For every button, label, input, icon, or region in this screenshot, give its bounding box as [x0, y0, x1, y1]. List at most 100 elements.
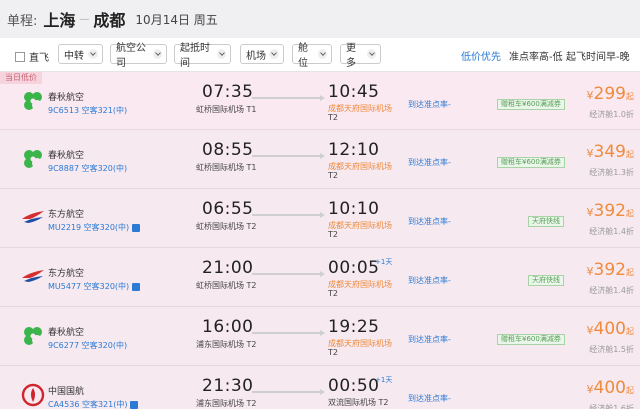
price[interactable]: ¥299起 [587, 84, 634, 104]
info-icon[interactable] [132, 223, 141, 232]
airline-name: 东方航空 [48, 269, 85, 279]
discount-info: 经济舱1.4折 [589, 227, 634, 236]
destination-city: 成都 [93, 11, 126, 30]
day-lowest-badge: 当日低价 [0, 72, 42, 84]
price-from-label: 起 [626, 209, 634, 218]
time-dropdown-label: 起抵时间 [180, 43, 210, 69]
discount-info: 经济舱1.4折 [589, 286, 634, 295]
currency-symbol: ¥ [586, 265, 594, 278]
airline-dropdown-label: 航空公司 [116, 43, 146, 69]
flight-number[interactable]: 9C6277 空客320(中) [48, 340, 127, 351]
promo-tag[interactable]: 天府快线 [528, 275, 564, 286]
flight-number[interactable]: CA4536 空客321(中) [48, 399, 139, 409]
punctuality-rate[interactable]: 到达准点率- [408, 275, 451, 286]
punctuality-rate[interactable]: 到达准点率- [408, 393, 451, 404]
flight-row[interactable]: 东方航空 MU2219 空客320(中) 06:55 虹桥国际机场 T2 10:10 成都… [0, 189, 640, 248]
more-dropdown[interactable]: 更多 [340, 43, 381, 69]
arrival-airport: 双流国际机场 T2 [328, 398, 389, 407]
price[interactable]: ¥392起 [587, 260, 634, 280]
departure-airport: 浦东国际机场 T2 [196, 399, 257, 408]
airport-dropdown[interactable]: 机场 [240, 44, 284, 64]
flight-number-text: MU5477 空客320(中) [48, 282, 130, 291]
next-day-badge: +1天 [375, 258, 393, 266]
cabin-dropdown[interactable]: 舱位 [292, 43, 332, 69]
arrival-time: 00:05 [328, 258, 380, 278]
flight-row[interactable]: 东方航空 MU5477 空客320(中) 21:00 虹桥国际机场 T2 00:05 +1… [0, 248, 640, 307]
flight-row[interactable]: 春秋航空 9C6277 空客320(中) 16:00 浦东国际机场 T2 19:25 成都… [0, 307, 640, 366]
departure-time: 07:35 [202, 82, 254, 102]
price[interactable]: ¥400起 [587, 319, 634, 339]
airline-name: 东方航空 [48, 210, 85, 220]
chevron-down-icon [88, 49, 98, 59]
spring-logo [20, 323, 46, 349]
punctuality-rate[interactable]: 到达准点率- [408, 216, 451, 227]
sort-departure-time[interactable]: 起飞时间早-晚 [566, 48, 630, 63]
price-value: 392 [593, 260, 626, 280]
departure-airport: 浦东国际机场 T2 [196, 340, 257, 349]
arrival-time: 19:25 [328, 317, 380, 337]
departure-time: 06:55 [202, 199, 254, 219]
discount-info: 经济舱1.6折 [589, 404, 634, 409]
flight-number[interactable]: 9C8887 空客320(中) [48, 163, 127, 174]
price-from-label: 起 [626, 386, 634, 395]
sort-lowest-price[interactable]: 低价优先 [461, 48, 501, 63]
departure-time: 21:30 [202, 376, 254, 396]
promo-tag[interactable]: 天府快线 [528, 216, 564, 227]
departure-airport: 虹桥国际机场 T1 [196, 163, 257, 172]
discount-info: 经济舱1.0折 [589, 110, 634, 119]
time-dropdown[interactable]: 起抵时间 [174, 43, 231, 69]
flight-duration-line [252, 95, 325, 101]
arrival-time: 10:10 [328, 199, 380, 219]
info-icon[interactable] [130, 400, 139, 409]
price[interactable]: ¥392起 [587, 201, 634, 221]
flight-duration-line [252, 389, 325, 395]
punctuality-rate[interactable]: 到达准点率- [408, 334, 451, 345]
price-value: 349 [593, 142, 626, 162]
airline-name: 春秋航空 [48, 93, 85, 103]
currency-symbol: ¥ [586, 206, 594, 219]
flight-number-text: CA4536 空客321(中) [48, 400, 128, 409]
checkbox-box[interactable] [15, 51, 25, 62]
chevron-down-icon [269, 49, 279, 59]
airline-name: 春秋航空 [48, 328, 85, 338]
china-eastern-logo [20, 264, 46, 290]
arrival-time: 00:50 [328, 376, 380, 396]
currency-symbol: ¥ [586, 89, 594, 102]
arrival-terminal: T2 [328, 230, 338, 239]
arrival-terminal: T2 [328, 348, 338, 357]
price-value: 400 [593, 378, 626, 398]
airline-name: 春秋航空 [48, 151, 85, 161]
travel-date: 10月14日 周五 [135, 12, 218, 27]
promo-tag[interactable]: 赠租车¥600满减券 [497, 334, 565, 345]
departure-time: 16:00 [202, 317, 254, 337]
airline-dropdown[interactable]: 航空公司 [110, 43, 167, 69]
currency-symbol: ¥ [586, 147, 594, 160]
sort-punctuality[interactable]: 准点率高-低 [509, 48, 563, 63]
flight-row[interactable]: 中国国航 CA4536 空客321(中) 21:30 浦东国际机场 T2 00:50 +1… [0, 366, 640, 409]
price-from-label: 起 [626, 92, 634, 101]
transfer-dropdown[interactable]: 中转 [58, 44, 103, 64]
price-value: 299 [593, 84, 626, 104]
info-icon[interactable] [132, 282, 141, 291]
flight-number[interactable]: MU5477 空客320(中) [48, 281, 141, 292]
punctuality-rate[interactable]: 到达准点率- [408, 99, 451, 110]
flight-number-text: 9C8887 空客320(中) [48, 164, 128, 173]
flight-duration-line [252, 212, 325, 218]
arrival-terminal: T2 [328, 171, 338, 180]
price[interactable]: ¥349起 [587, 142, 634, 162]
flight-number[interactable]: 9C6513 空客321(中) [48, 105, 127, 116]
flight-number[interactable]: MU2219 空客320(中) [48, 222, 141, 233]
spring-logo [20, 146, 46, 172]
flight-number-text: 9C6513 空客321(中) [48, 106, 128, 115]
flight-duration-line [252, 271, 325, 277]
direct-only-checkbox[interactable]: 直飞 [15, 49, 49, 64]
price-value: 400 [593, 319, 626, 339]
flight-row[interactable]: 当日低价 春秋航空 9C6513 空客321(中) 07:35 虹桥国际机场 T1 10:… [0, 72, 640, 130]
chevron-down-icon [367, 49, 376, 59]
spring-logo [20, 88, 46, 114]
punctuality-rate[interactable]: 到达准点率- [408, 157, 451, 168]
price[interactable]: ¥400起 [587, 378, 634, 398]
flight-row[interactable]: 春秋航空 9C8887 空客320(中) 08:55 虹桥国际机场 T1 12:10 成都… [0, 130, 640, 189]
promo-tag[interactable]: 赠租车¥600满减券 [497, 157, 565, 168]
promo-tag[interactable]: 赠租车¥600满减券 [497, 99, 565, 110]
